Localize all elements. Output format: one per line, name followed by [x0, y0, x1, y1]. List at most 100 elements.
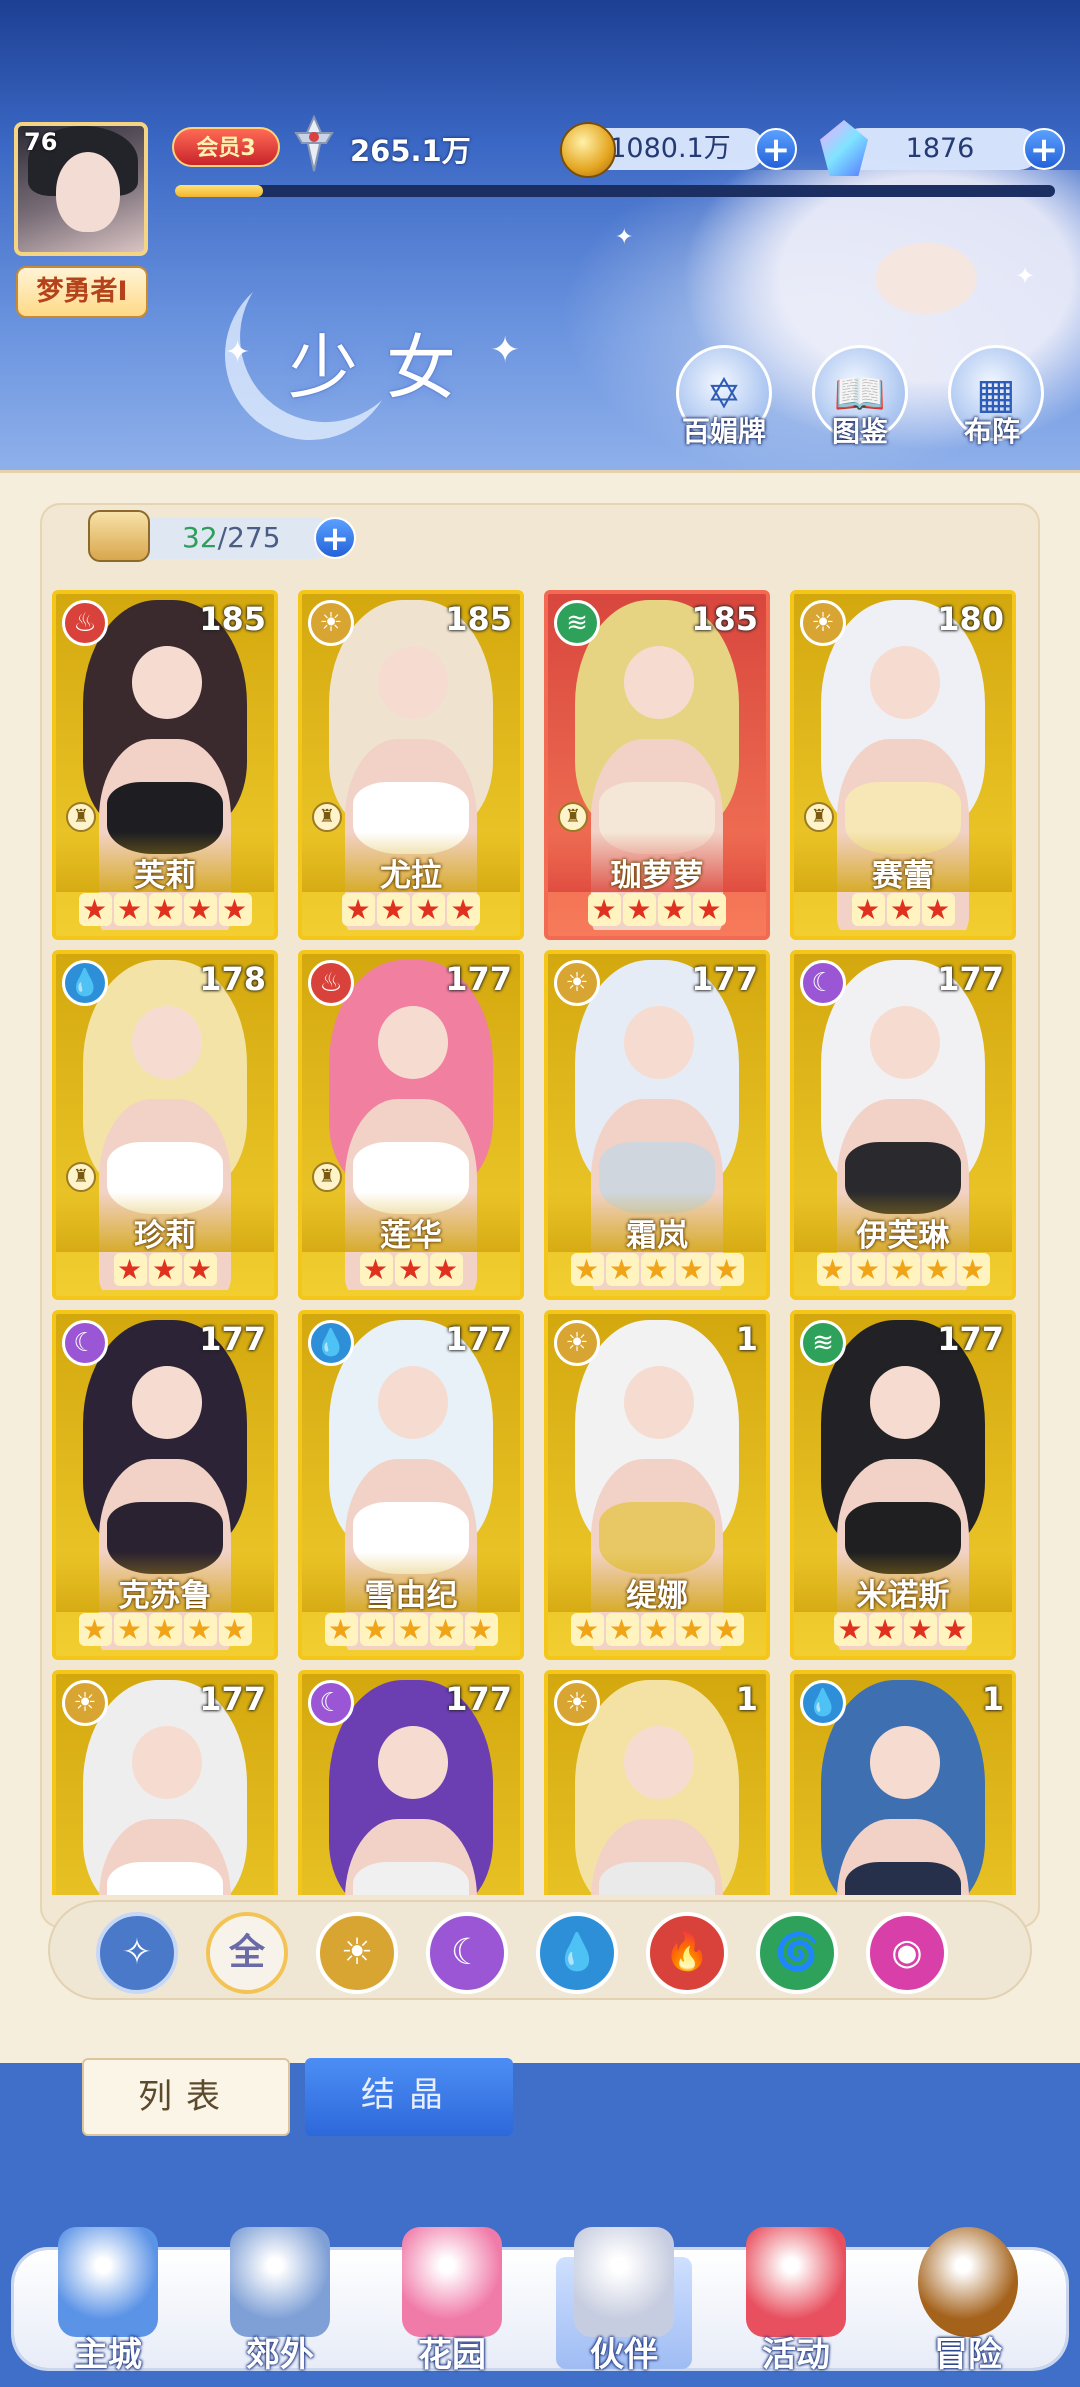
- star-rating: ★ ★ ★ ★: [548, 892, 766, 927]
- formation-pawn-icon: ♜: [66, 1162, 96, 1192]
- star-rating: ★ ★ ★ ★: [794, 1612, 1012, 1647]
- star-icon: ★: [148, 1613, 182, 1646]
- wind-element-filter-button[interactable]: 🌀: [756, 1912, 838, 1994]
- add-gems-button[interactable]: +: [1023, 128, 1065, 170]
- star-icon: ★: [956, 1253, 990, 1286]
- character-level: 1: [735, 1320, 758, 1358]
- star-icon: ★: [570, 1253, 604, 1286]
- character-level: 177: [937, 1320, 1004, 1358]
- character-card[interactable]: ☀ 177: [52, 1670, 278, 1895]
- light-element-icon: ☀: [62, 1680, 108, 1726]
- nav-item-heart[interactable]: 花园: [372, 2215, 532, 2375]
- character-name: 雪由纪: [364, 1578, 458, 1614]
- character-level: 177: [937, 960, 1004, 998]
- character-name: 霜岚: [626, 1218, 688, 1254]
- expand-capacity-button[interactable]: +: [314, 517, 356, 559]
- dark-element-icon: ☾: [800, 960, 846, 1006]
- player-name[interactable]: 梦勇者I: [16, 266, 148, 318]
- character-card[interactable]: ☾ 177: [298, 1670, 524, 1895]
- character-card[interactable]: ☾ 177 伊芙琳 ★ ★ ★ ★ ★: [790, 950, 1016, 1300]
- star-icon: ★: [377, 893, 410, 926]
- portrait-face: [378, 1366, 449, 1439]
- page-title: 少女: [288, 327, 484, 409]
- star-icon: ★: [148, 893, 182, 926]
- star-rating: ★ ★ ★: [302, 1252, 520, 1287]
- sparkle-icon: ✦: [1015, 262, 1036, 290]
- character-level: 1: [735, 1680, 758, 1718]
- star-icon: ★: [939, 1613, 972, 1646]
- character-card[interactable]: ♨ 177 ♜ 莲华 ★ ★ ★: [298, 950, 524, 1300]
- character-name: 珈萝萝: [610, 858, 704, 894]
- star-icon: ★: [658, 893, 691, 926]
- nav-item-portal[interactable]: 郊外: [200, 2215, 360, 2375]
- character-card[interactable]: ☀ 1 缇娜 ★ ★ ★ ★ ★: [544, 1310, 770, 1660]
- vip-badge[interactable]: 会员3: [172, 127, 280, 167]
- character-card[interactable]: ☀ 177 霜岚 ★ ★ ★ ★ ★: [544, 950, 770, 1300]
- star-icon: ★: [359, 1253, 393, 1286]
- nav-item-compass[interactable]: 冒险: [888, 2215, 1048, 2375]
- character-card[interactable]: ≋ 177 米诺斯 ★ ★ ★ ★: [790, 1310, 1016, 1660]
- character-name: 芙莉: [134, 858, 196, 894]
- character-card[interactable]: ☀ 1: [544, 1670, 770, 1895]
- nav-label: 主城: [74, 2335, 142, 2375]
- dark-element-filter-button[interactable]: ☾: [426, 1912, 508, 1994]
- character-grid[interactable]: ♨ 185 ♜ 芙莉 ★ ★ ★ ★ ★ ☀ 185 ♜ 尤拉 ★ ★ ★ ★ ≋ 185 ♜ 珈萝萝 ★ ★ ★ ★ ☀ 180 ♜…: [52, 590, 1032, 1895]
- add-coins-button[interactable]: +: [755, 128, 797, 170]
- light-element-icon: ☀: [554, 1680, 600, 1726]
- star-icon: ★: [78, 1613, 112, 1646]
- portrait-face: [132, 1006, 203, 1079]
- star-rating: ★ ★ ★: [56, 1252, 274, 1287]
- star-icon: ★: [675, 1613, 709, 1646]
- character-name: 莲华: [380, 1218, 442, 1254]
- nav-item-castle[interactable]: 主城: [28, 2215, 188, 2375]
- wind-element-icon: ≋: [800, 1320, 846, 1366]
- tab-crystal[interactable]: 结晶: [305, 2058, 513, 2136]
- character-card[interactable]: ♨ 185 ♜ 芙莉 ★ ★ ★ ★ ★: [52, 590, 278, 940]
- sparkle-icon: ✦: [490, 330, 521, 371]
- star-icon: ★: [640, 1613, 674, 1646]
- character-card[interactable]: 💧 1: [790, 1670, 1016, 1895]
- nav-label: 冒险: [934, 2335, 1002, 2375]
- star-icon: ★: [218, 1613, 252, 1646]
- water-element-filter-button[interactable]: 💧: [536, 1912, 618, 1994]
- character-level: 185: [445, 600, 512, 638]
- character-card[interactable]: ☀ 180 ♜ 赛蕾 ★ ★ ★: [790, 590, 1016, 940]
- star-icon: ★: [588, 893, 621, 926]
- character-name: 赛蕾: [872, 858, 934, 894]
- formation-pawn-icon: ♜: [66, 802, 96, 832]
- portrait-face: [624, 646, 695, 719]
- character-card[interactable]: 💧 177 雪由纪 ★ ★ ★ ★ ★: [298, 1310, 524, 1660]
- character-level: 180: [937, 600, 1004, 638]
- portrait-face: [132, 646, 203, 719]
- tab-list[interactable]: 列表: [82, 2058, 290, 2136]
- nav-label: 伙伴: [590, 2335, 658, 2375]
- star-icon: ★: [675, 1253, 709, 1286]
- light-element-icon: ☀: [800, 600, 846, 646]
- star-icon: ★: [834, 1613, 867, 1646]
- light-element-icon: ☀: [554, 960, 600, 1006]
- nav-item-partner[interactable]: 伙伴: [544, 2215, 704, 2375]
- character-name: 伊芙琳: [856, 1218, 950, 1254]
- character-card[interactable]: 💧 178 ♜ 珍莉 ★ ★ ★: [52, 950, 278, 1300]
- star-icon: ★: [886, 893, 920, 926]
- portrait-outfit: [353, 1861, 469, 1895]
- character-card[interactable]: ☀ 185 ♜ 尤拉 ★ ★ ★ ★: [298, 590, 524, 940]
- light-element-filter-button[interactable]: ☀: [316, 1912, 398, 1994]
- portrait-face: [870, 1366, 941, 1439]
- star-icon: ★: [429, 1613, 463, 1646]
- star-icon: ★: [693, 893, 726, 926]
- player-avatar[interactable]: 76: [14, 122, 148, 256]
- portrait-face: [870, 1006, 941, 1079]
- character-card[interactable]: ≋ 185 ♜ 珈萝萝 ★ ★ ★ ★: [544, 590, 770, 940]
- star-icon: ★: [886, 1253, 920, 1286]
- character-card[interactable]: ☾ 177 克苏鲁 ★ ★ ★ ★ ★: [52, 1310, 278, 1660]
- all-filter-button[interactable]: 全: [206, 1912, 288, 1994]
- star-rating: ★ ★ ★ ★ ★: [548, 1612, 766, 1647]
- fire-element-filter-button[interactable]: 🔥: [646, 1912, 728, 1994]
- star-rating: ★ ★ ★ ★ ★: [548, 1252, 766, 1287]
- chaos-element-filter-button[interactable]: ◉: [866, 1912, 948, 1994]
- star-icon: ★: [869, 1613, 902, 1646]
- ascend-filter-button[interactable]: ✧: [96, 1912, 178, 1994]
- nav-item-gift[interactable]: 活动: [716, 2215, 876, 2375]
- star-icon: ★: [605, 1613, 639, 1646]
